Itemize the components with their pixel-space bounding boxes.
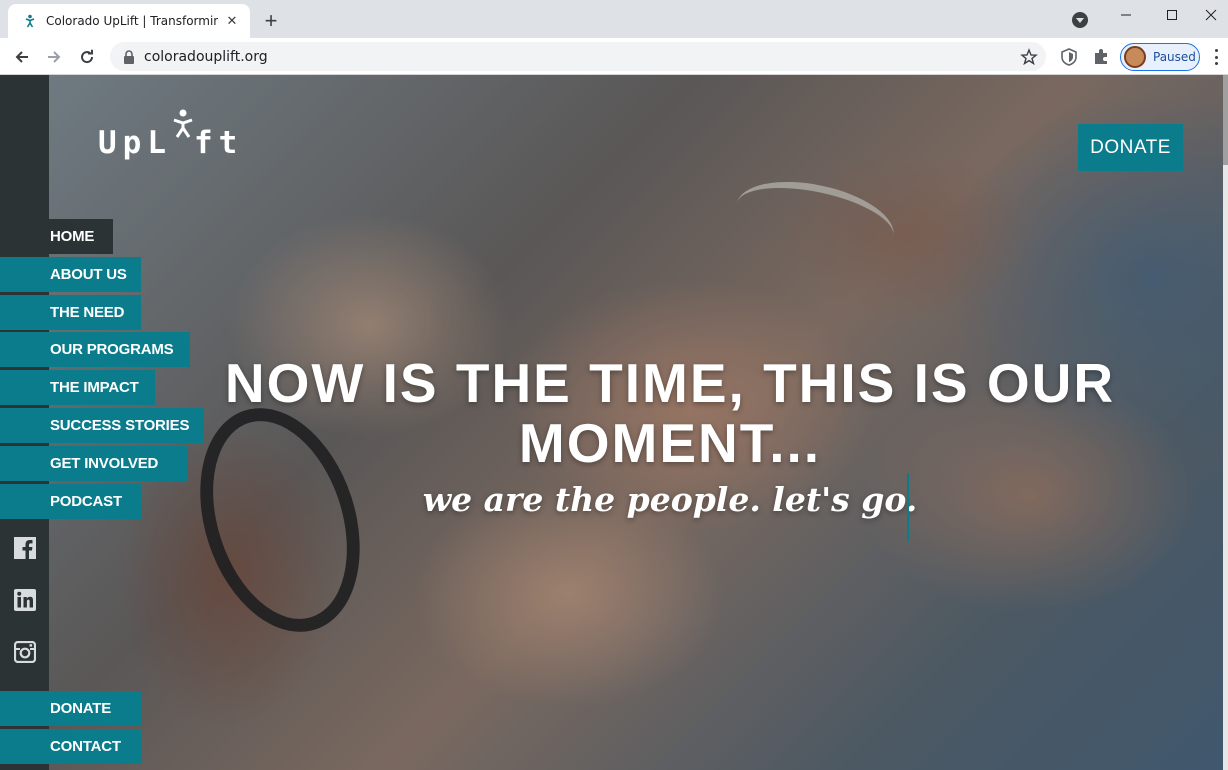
new-tab-button[interactable]: +	[258, 9, 284, 35]
forward-arrow-icon[interactable]	[40, 43, 68, 71]
nav-donate[interactable]: DONATE	[0, 691, 141, 726]
bookmark-star-icon[interactable]	[1020, 48, 1038, 66]
scrollbar-thumb[interactable]	[1223, 75, 1228, 165]
facebook-icon[interactable]	[13, 536, 37, 560]
tab-search-icon[interactable]	[1072, 12, 1088, 28]
page-scrollbar[interactable]	[1223, 75, 1228, 770]
nav-podcast[interactable]: PODCAST	[0, 484, 141, 519]
hero-headline: NOW IS THE TIME, THIS IS OUR MOMENT...	[224, 352, 1116, 474]
nav-contact[interactable]: CONTACT	[0, 729, 141, 764]
nav-the-impact[interactable]: THE IMPACT	[0, 370, 155, 405]
tab-title: Colorado UpLift | Transforming Li	[46, 14, 218, 28]
url-text[interactable]: coloradouplift.org	[144, 49, 268, 65]
minimize-button[interactable]	[1103, 0, 1149, 30]
instagram-icon[interactable]	[13, 640, 37, 664]
avatar	[1124, 46, 1146, 68]
lock-icon[interactable]	[122, 49, 136, 64]
logo-person-icon	[172, 109, 194, 144]
browser-menu-icon[interactable]	[1208, 47, 1224, 67]
uplift-logo[interactable]: UpL ft	[98, 109, 244, 161]
logo-text-start: UpL	[98, 125, 172, 161]
nav-the-need[interactable]: THE NEED	[0, 295, 141, 330]
uplift-favicon-icon	[22, 13, 38, 29]
nav-our-programs[interactable]: OUR PROGRAMS	[0, 332, 190, 367]
nav-home[interactable]: HOME	[0, 219, 113, 254]
linkedin-icon[interactable]	[13, 588, 37, 612]
back-arrow-icon[interactable]	[8, 43, 36, 71]
hero-tagline: we are the people. let's go.	[422, 480, 918, 519]
website-viewport: UpL ft DONATE HOME ABOUT US THE NEED OUR…	[0, 75, 1228, 770]
browser-tab[interactable]: Colorado UpLift | Transforming Li ✕	[8, 4, 250, 38]
profile-status: Paused	[1153, 50, 1196, 64]
typing-caret	[907, 473, 909, 541]
reload-icon[interactable]	[73, 43, 101, 71]
nav-success-stories[interactable]: SUCCESS STORIES	[0, 408, 204, 443]
nav-about-us[interactable]: ABOUT US	[0, 257, 141, 292]
browser-titlebar: Colorado UpLift | Transforming Li ✕ +	[0, 0, 1228, 38]
address-bar[interactable]: coloradouplift.org	[110, 42, 1046, 71]
logo-text-end: ft	[194, 125, 244, 161]
tab-close-icon[interactable]: ✕	[224, 13, 240, 29]
close-window-button[interactable]	[1188, 0, 1228, 30]
extensions-puzzle-icon[interactable]	[1091, 47, 1111, 67]
shield-extension-icon[interactable]	[1059, 47, 1079, 67]
donate-header-button[interactable]: DONATE	[1078, 124, 1183, 171]
nav-get-involved[interactable]: GET INVOLVED	[0, 446, 188, 481]
browser-toolbar: coloradouplift.org Paused	[0, 38, 1228, 75]
profile-button[interactable]: Paused	[1120, 43, 1200, 71]
